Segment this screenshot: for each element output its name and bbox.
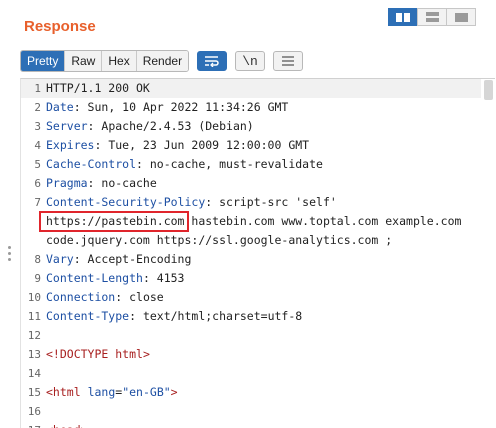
split-rows-icon[interactable] — [417, 8, 447, 26]
single-pane-icon[interactable] — [446, 8, 476, 26]
line-content: Connection: close — [46, 288, 164, 307]
tab-render[interactable]: Render — [136, 51, 189, 71]
line-number: 3 — [34, 120, 41, 133]
line-content: Content-Security-Policy: script-src 'sel… — [46, 193, 337, 212]
code-line: 7 Content-Security-Policy: script-src 'se… — [21, 193, 481, 212]
header-value: : text/html;charset=utf-8 — [129, 309, 303, 323]
tab-raw[interactable]: Raw — [65, 51, 103, 71]
line-number: 4 — [34, 139, 41, 152]
highlight-box — [39, 211, 190, 232]
line-content: Pragma: no-cache — [46, 174, 157, 193]
line-content: Server: Apache/2.4.53 (Debian) — [46, 117, 254, 136]
response-editor[interactable]: 1 HTTP/1.1 200 OK 2 Date: Sun, 10 Apr 2022 … — [20, 78, 495, 428]
show-newlines-button[interactable]: \n — [235, 51, 266, 71]
code-line: 16 — [21, 402, 481, 421]
message-toolbar: Pretty Raw Hex Render \n — [20, 50, 304, 72]
code-line: 3 Server: Apache/2.4.53 (Debian) — [21, 117, 481, 136]
code-line: 2 Date: Sun, 10 Apr 2022 11:34:26 GMT — [21, 98, 481, 117]
line-content: Cache-Control: no-cache, must-revalidate — [46, 155, 323, 174]
line-number: 14 — [27, 367, 41, 380]
header-name: Content-Security-Policy — [46, 195, 206, 209]
line-text: <!DOCTYPE html> — [46, 347, 150, 361]
line-text: <html lang="en-GB"> — [46, 385, 178, 399]
header-name: Expires — [46, 138, 95, 152]
line-text: code.jquery.com https://ssl.google-analy… — [46, 233, 393, 247]
tab-hex[interactable]: Hex — [102, 51, 137, 71]
line-number: 10 — [27, 291, 41, 304]
line-content: Content-Length: 4153 — [46, 269, 184, 288]
code-line: 9 Content-Length: 4153 — [21, 269, 481, 288]
line-number: 5 — [34, 158, 41, 171]
line-content: Content-Type: text/html;charset=utf-8 — [46, 307, 302, 326]
panel-title: Response — [24, 18, 96, 35]
header-value: : Apache/2.4.53 (Debian) — [87, 119, 254, 133]
header-value: : script-src 'self' — [205, 195, 337, 209]
line-number: 11 — [27, 310, 41, 323]
line-content: Expires: Tue, 23 Jun 2009 12:00:00 GMT — [46, 136, 309, 155]
line-content: HTTP/1.1 200 OK — [46, 79, 150, 98]
line-content: code.jquery.com https://ssl.google-analy… — [46, 231, 392, 250]
code-line: 14 — [21, 364, 481, 383]
layout-toggle-group — [388, 8, 476, 26]
line-text: <head> — [46, 423, 88, 428]
code-line: 1 HTTP/1.1 200 OK — [21, 79, 481, 98]
line-content: <!DOCTYPE html> — [46, 345, 150, 364]
header-value: : Sun, 10 Apr 2022 11:34:26 GMT — [73, 100, 289, 114]
header-value: : no-cache — [87, 176, 157, 190]
hamburger-menu-icon[interactable] — [273, 51, 304, 71]
line-content: Date: Sun, 10 Apr 2022 11:34:26 GMT — [46, 98, 288, 117]
tab-pretty[interactable]: Pretty — [21, 51, 66, 71]
line-number: 15 — [27, 386, 41, 399]
line-number: 8 — [34, 253, 41, 266]
vertical-scrollbar-thumb[interactable] — [484, 80, 493, 100]
menu-glyph — [282, 56, 295, 66]
line-number: 13 — [27, 348, 41, 361]
code-line: 8 Vary: Accept-Encoding — [21, 250, 481, 269]
split-columns-icon[interactable] — [388, 8, 418, 26]
line-number: 7 — [34, 196, 41, 209]
header-value: : close — [115, 290, 164, 304]
line-text: HTTP/1.1 200 OK — [46, 81, 150, 95]
line-content: Vary: Accept-Encoding — [46, 250, 191, 269]
code-line: 15 <html lang="en-GB"> — [21, 383, 481, 402]
code-line: 11 Content-Type: text/html;charset=utf-8 — [21, 307, 481, 326]
code-line: 10 Connection: close — [21, 288, 481, 307]
line-number: 12 — [27, 329, 41, 342]
header-value: : no-cache, must-revalidate — [136, 157, 323, 171]
line-number: 2 — [34, 101, 41, 114]
view-tabs: Pretty Raw Hex Render — [20, 50, 190, 72]
header-name: Cache-Control — [46, 157, 137, 171]
header-value: : 4153 — [142, 271, 185, 285]
line-number: 16 — [27, 405, 41, 418]
header-name: Connection — [46, 290, 116, 304]
header-name: Content-Length — [46, 271, 143, 285]
code-line: 6 Pragma: no-cache — [21, 174, 481, 193]
header-name: Date — [46, 100, 74, 114]
code-line: code.jquery.com https://ssl.google-analy… — [21, 231, 481, 250]
header-name: Content-Type — [46, 309, 130, 323]
header-value: : Tue, 23 Jun 2009 12:00:00 GMT — [94, 138, 310, 152]
code-line: 4 Expires: Tue, 23 Jun 2009 12:00:00 GMT — [21, 136, 481, 155]
header-name: Pragma — [46, 176, 88, 190]
line-number: 6 — [34, 177, 41, 190]
line-number: 9 — [34, 272, 41, 285]
code-line: 5 Cache-Control: no-cache, must-revalidat… — [21, 155, 481, 174]
wrap-lines-glyph — [205, 56, 219, 67]
code-line: 12 — [21, 326, 481, 345]
header-name: Vary — [46, 252, 74, 266]
code-line: 13 <!DOCTYPE html> — [21, 345, 481, 364]
header-name: Server — [46, 119, 88, 133]
header-value: : Accept-Encoding — [73, 252, 192, 266]
wrap-lines-icon[interactable] — [197, 51, 228, 71]
left-resize-handle[interactable] — [8, 246, 11, 264]
line-content: <html lang="en-GB"> — [46, 383, 178, 402]
line-number: 1 — [34, 82, 41, 95]
